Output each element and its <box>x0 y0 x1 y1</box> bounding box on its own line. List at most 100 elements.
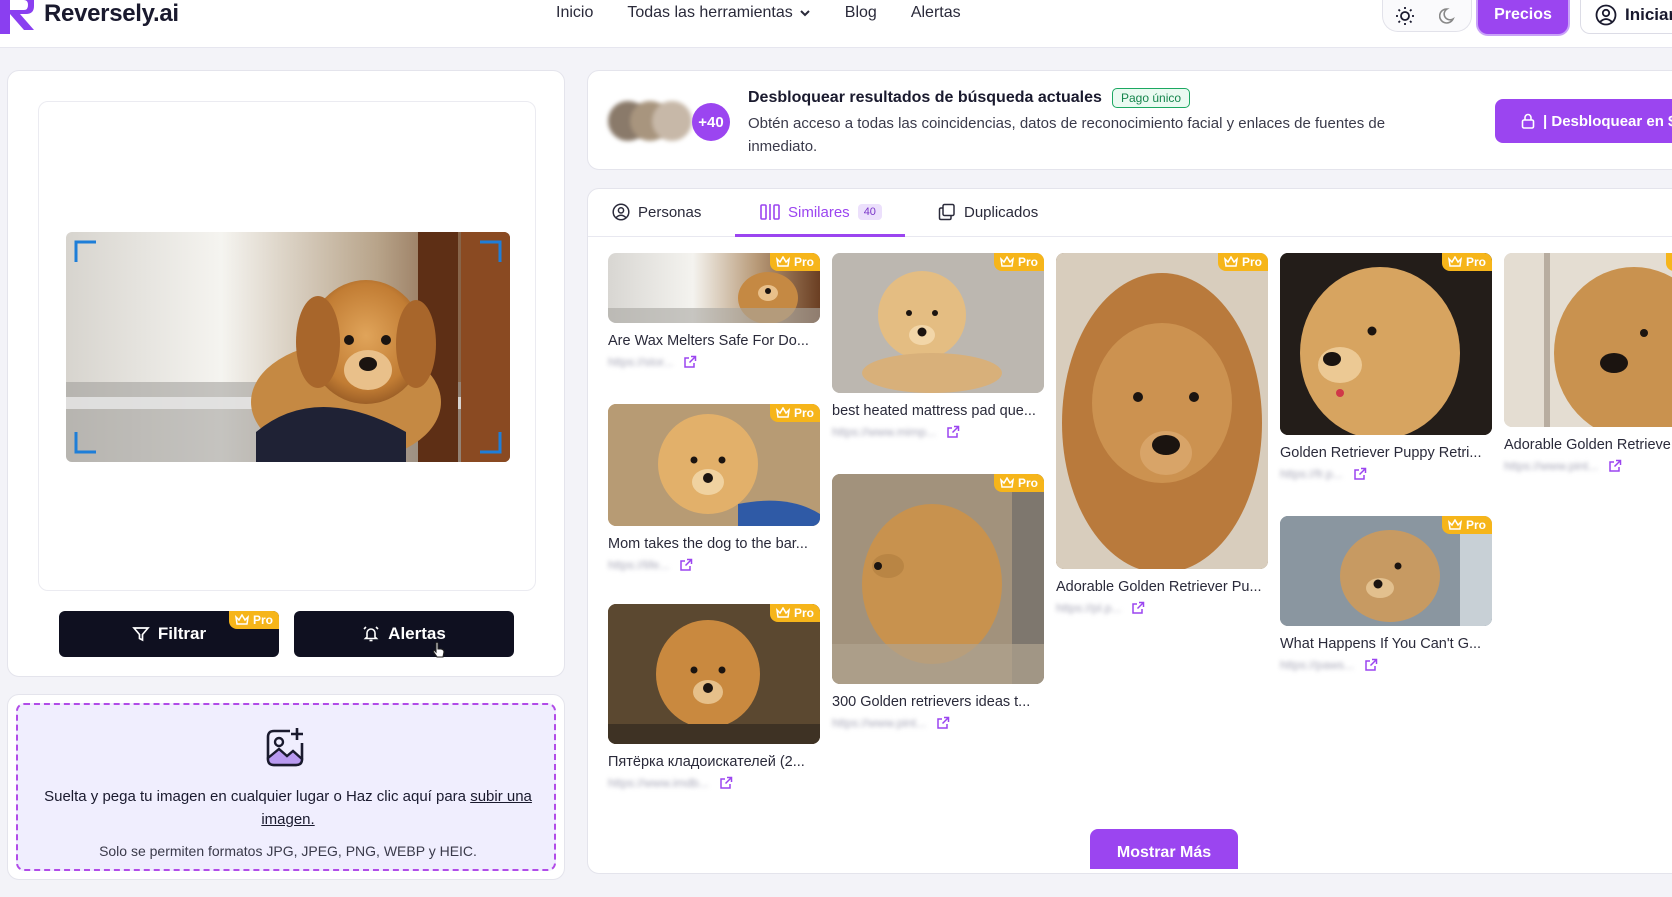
result-card[interactable]: Pro What Happens If You Can't G... https… <box>1280 516 1492 672</box>
moon-icon[interactable] <box>1439 6 1459 26</box>
results-panel: Personas Similares 40 Duplicados Pro Are… <box>587 188 1672 874</box>
result-url: https://paws... <box>1280 658 1355 672</box>
nav-inicio[interactable]: Inicio <box>556 4 593 22</box>
result-card[interactable]: Pro Mom takes the dog to the bar... http… <box>608 404 820 572</box>
avatar-count: +40 <box>692 103 730 141</box>
external-link-icon[interactable] <box>1353 467 1367 481</box>
main-nav: Inicio Todas las herramientas Blog Alert… <box>556 4 961 22</box>
result-card[interactable]: Pro best heated mattress pad que... http… <box>832 253 1044 439</box>
result-title[interactable]: Пятёрка кладоискателей (2... <box>608 754 820 770</box>
crown-icon <box>234 614 249 625</box>
result-title[interactable]: 300 Golden retrievers ideas t... <box>832 694 1044 710</box>
result-title[interactable]: Golden Retriever Puppy Retri... <box>1280 445 1492 461</box>
nav-todas-herramientas[interactable]: Todas las herramientas <box>627 4 810 22</box>
external-link-icon[interactable] <box>1364 658 1378 672</box>
result-title[interactable]: Adorable Golden Retrieve <box>1504 437 1672 453</box>
result-title[interactable]: What Happens If You Can't G... <box>1280 636 1492 652</box>
crown-icon <box>1223 256 1238 267</box>
result-title[interactable]: Adorable Golden Retriever Pu... <box>1056 579 1268 595</box>
pro-badge: Pro <box>769 404 820 422</box>
image-add-icon <box>266 728 304 767</box>
reversely-logo-icon <box>0 0 34 34</box>
nav-alertas[interactable]: Alertas <box>911 4 961 22</box>
pago-unico-badge: Pago único <box>1112 88 1191 108</box>
result-thumbnail[interactable]: Pro <box>608 253 820 323</box>
result-card[interactable]: Pro Golden Retriever Puppy Retri... http… <box>1280 253 1492 481</box>
copy-icon <box>938 203 955 221</box>
query-image-card: Filtrar Pro Alertas <box>7 70 565 677</box>
iniciar-button[interactable]: Iniciar <box>1580 0 1672 34</box>
result-thumbnail[interactable]: Pro <box>1504 253 1672 427</box>
tab-personas[interactable]: Personas <box>612 203 701 221</box>
result-thumbnail[interactable]: Pro <box>1056 253 1268 569</box>
filter-icon <box>132 627 150 642</box>
alertas-button[interactable]: Alertas <box>294 611 514 657</box>
tab-duplicados[interactable]: Duplicados <box>938 203 1038 221</box>
result-thumbnail[interactable]: Pro <box>832 474 1044 684</box>
crop-corners[interactable] <box>66 232 510 462</box>
result-thumbnail[interactable]: Pro <box>1280 253 1492 435</box>
unlock-banner: +40 Desbloquear resultados de búsqueda a… <box>587 70 1672 170</box>
result-thumbnail[interactable]: Pro <box>608 404 820 526</box>
result-thumbnail[interactable]: Pro <box>608 604 820 744</box>
external-link-icon[interactable] <box>679 558 693 572</box>
lock-icon <box>1521 113 1535 129</box>
upload-card: Suelta y pega tu imagen en cualquier lug… <box>7 694 565 880</box>
result-url: https://www.pint... <box>832 716 927 730</box>
result-url: https://stor... <box>608 355 674 369</box>
upload-instructions: Suelta y pega tu imagen en cualquier lug… <box>44 788 532 828</box>
logo[interactable]: Reversely.ai <box>0 0 179 34</box>
crown-icon <box>1447 519 1462 530</box>
similares-count: 40 <box>857 204 882 220</box>
external-link-icon[interactable] <box>719 776 733 790</box>
result-url: https://pl.p... <box>1056 601 1122 615</box>
mostrar-mas-button[interactable]: Mostrar Más <box>1090 829 1238 869</box>
crown-icon <box>775 607 790 618</box>
nav-todas-label: Todas las herramientas <box>627 4 793 21</box>
result-card[interactable]: Pro Adorable Golden Retriever Pu... http… <box>1056 253 1268 615</box>
result-card[interactable]: Pro Пятёрка кладоискателей (2... https:/… <box>608 604 820 790</box>
iniciar-label: Iniciar <box>1625 4 1672 24</box>
banner-description: Obtén acceso a todas las coincidencias, … <box>748 115 1386 155</box>
compare-columns-icon <box>760 204 780 220</box>
result-title[interactable]: Are Wax Melters Safe For Do... <box>608 333 820 349</box>
result-card[interactable]: Pro Adorable Golden Retrieve https://www… <box>1504 253 1672 473</box>
user-circle-icon <box>612 203 630 221</box>
bell-alarm-icon <box>363 626 379 642</box>
banner-title: Desbloquear resultados de búsqueda actua… <box>748 89 1102 106</box>
external-link-icon[interactable] <box>946 425 960 439</box>
result-title[interactable]: Mom takes the dog to the bar... <box>608 536 820 552</box>
pro-badge: Pro <box>1441 516 1492 534</box>
query-dog-photo <box>66 232 510 462</box>
crown-icon <box>775 407 790 418</box>
result-card[interactable]: Pro 300 Golden retrievers ideas t... htt… <box>832 474 1044 730</box>
result-title[interactable]: best heated mattress pad que... <box>832 403 1044 419</box>
sun-icon[interactable] <box>1395 6 1415 26</box>
result-url: https://www.imdb... <box>608 776 709 790</box>
pro-badge: Pro <box>1217 253 1268 271</box>
avatar <box>652 101 692 141</box>
pro-badge: Pro <box>1441 253 1492 271</box>
filtrar-button[interactable]: Filtrar Pro <box>59 611 279 657</box>
logo-text: Reversely.ai <box>44 0 179 27</box>
crown-icon <box>775 256 790 267</box>
filtrar-label: Filtrar <box>157 624 207 643</box>
desbloquear-label: | Desbloquear en $9 <box>1543 112 1672 130</box>
crown-icon <box>999 256 1014 267</box>
crown-icon <box>999 477 1014 488</box>
external-link-icon[interactable] <box>683 355 697 369</box>
external-link-icon[interactable] <box>1131 601 1145 615</box>
result-thumbnail[interactable]: Pro <box>832 253 1044 393</box>
external-link-icon[interactable] <box>936 716 950 730</box>
upload-dropzone[interactable]: Suelta y pega tu imagen en cualquier lug… <box>16 703 556 871</box>
desbloquear-button[interactable]: | Desbloquear en $9 <box>1495 99 1672 143</box>
result-url: https://life... <box>608 558 670 572</box>
result-card[interactable]: Pro Are Wax Melters Safe For Do... https… <box>608 253 820 369</box>
pro-badge: Pro <box>769 253 820 271</box>
theme-toggle[interactable] <box>1382 0 1472 32</box>
nav-blog[interactable]: Blog <box>845 4 877 22</box>
external-link-icon[interactable] <box>1608 459 1622 473</box>
tab-similares[interactable]: Similares 40 <box>760 203 882 221</box>
precios-button[interactable]: Precios <box>1478 0 1568 34</box>
result-thumbnail[interactable]: Pro <box>1280 516 1492 626</box>
